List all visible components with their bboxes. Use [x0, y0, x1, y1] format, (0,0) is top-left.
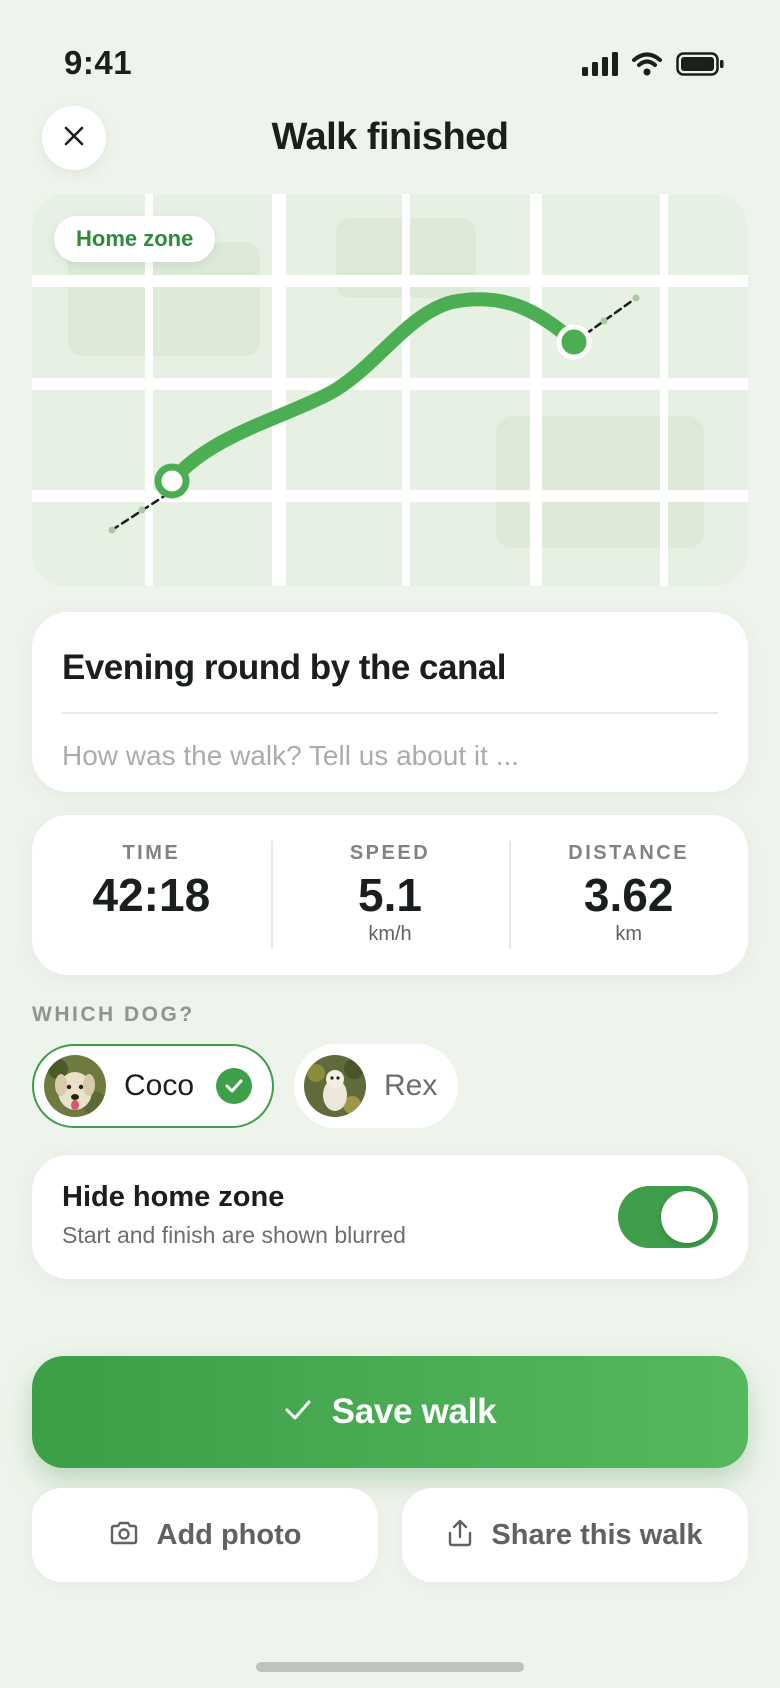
stat-distance: DISTANCE 3.62 km [509, 815, 748, 975]
avatar [304, 1055, 366, 1117]
add-photo-button[interactable]: Add photo [32, 1488, 378, 1582]
camera-icon [109, 1521, 139, 1550]
share-walk-button[interactable]: Share this walk [402, 1488, 748, 1582]
check-icon [216, 1068, 253, 1104]
stat-label: DISTANCE [568, 842, 690, 864]
hide-home-zone-toggle[interactable] [618, 1186, 718, 1248]
save-walk-label: Save walk [331, 1392, 497, 1431]
stat-unit: km [615, 923, 643, 945]
header: Walk finished [0, 104, 780, 178]
share-icon [447, 1519, 473, 1552]
page-title: Walk finished [271, 116, 509, 158]
walk-note-input[interactable] [62, 736, 718, 776]
battery-icon [676, 52, 724, 81]
dog-section-label: WHICH DOG? [32, 1003, 195, 1026]
stat-unit: km/h [368, 923, 412, 945]
dog-name: Rex [384, 1069, 438, 1102]
wifi-icon [632, 52, 662, 81]
stats-card: TIME 42:18 SPEED 5.1 km/h DISTANCE 3.62 … [32, 815, 748, 975]
walk-title[interactable]: Evening round by the canal [62, 642, 718, 694]
status-bar: 9:41 [0, 0, 780, 120]
stat-speed: SPEED 5.1 km/h [270, 815, 510, 975]
add-photo-label: Add photo [156, 1518, 302, 1551]
route-start-marker [154, 463, 190, 499]
toggle-knob [661, 1191, 713, 1243]
hide-home-zone-card: Hide home zone Start and finish are show… [32, 1155, 748, 1279]
stat-label: TIME [122, 842, 181, 864]
stat-value: 3.62 [583, 869, 674, 921]
status-icons [582, 52, 724, 81]
save-walk-button[interactable]: Save walk [32, 1356, 748, 1468]
share-walk-label: Share this walk [491, 1518, 703, 1551]
dog-chip-rex[interactable]: Rex [294, 1044, 458, 1128]
stat-value: 5.1 [358, 869, 422, 921]
dog-name: Coco [124, 1069, 195, 1102]
walk-title-card: Evening round by the canal [32, 612, 748, 792]
avatar [44, 1055, 106, 1117]
status-time: 9:41 [64, 44, 133, 81]
signal-icon [582, 52, 618, 81]
home-zone-badge: Home zone [54, 216, 216, 262]
route-end-marker [556, 324, 592, 360]
divider [62, 712, 718, 714]
home-indicator[interactable] [256, 1662, 524, 1672]
route-map: Home zone [32, 194, 748, 586]
stat-value: 42:18 [92, 869, 211, 921]
stat-label: SPEED [349, 842, 431, 864]
dog-chip-coco[interactable]: Coco [32, 1044, 274, 1128]
check-icon [284, 1399, 312, 1426]
stat-time: TIME 42:18 [32, 815, 271, 975]
